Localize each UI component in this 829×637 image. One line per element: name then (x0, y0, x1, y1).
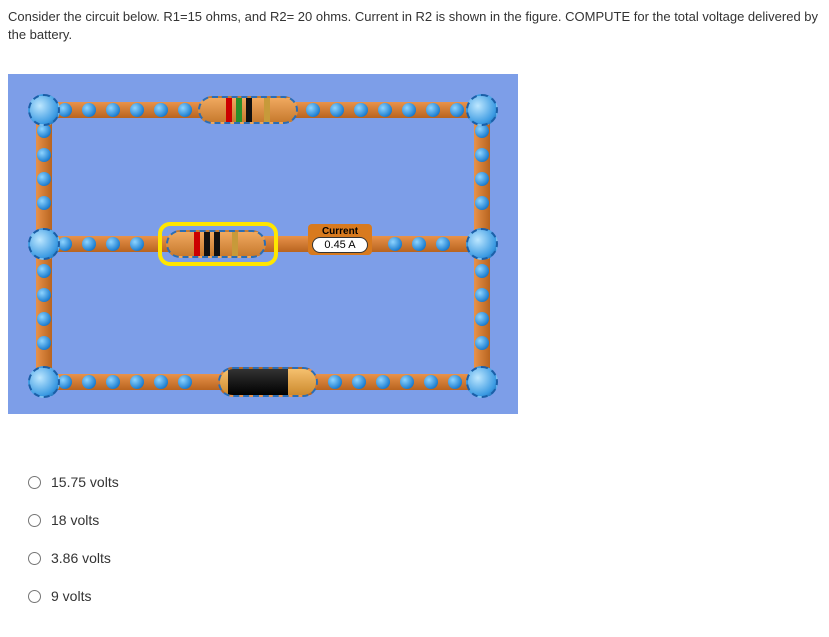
ammeter-label: Current (312, 226, 368, 237)
resistor-r2 (166, 230, 266, 258)
circuit-node (28, 94, 60, 126)
option-radio[interactable] (28, 514, 41, 527)
option-2[interactable]: 18 volts (28, 512, 821, 528)
ammeter: Current 0.45 A (308, 224, 372, 255)
option-radio[interactable] (28, 552, 41, 565)
circuit-node (28, 228, 60, 260)
option-1[interactable]: 15.75 volts (28, 474, 821, 490)
circuit-node (28, 366, 60, 398)
option-label[interactable]: 9 volts (51, 588, 91, 604)
resistor-r1 (198, 96, 298, 124)
option-label[interactable]: 3.86 volts (51, 550, 111, 566)
option-label[interactable]: 15.75 volts (51, 474, 119, 490)
option-label[interactable]: 18 volts (51, 512, 99, 528)
answer-options: 15.75 volts 18 volts 3.86 volts 9 volts (8, 474, 821, 604)
question-text: Consider the circuit below. R1=15 ohms, … (8, 8, 821, 44)
option-radio[interactable] (28, 476, 41, 489)
circuit-node (466, 228, 498, 260)
ammeter-value: 0.45 A (312, 237, 368, 253)
option-radio[interactable] (28, 590, 41, 603)
option-3[interactable]: 3.86 volts (28, 550, 821, 566)
circuit-node (466, 94, 498, 126)
circuit-diagram: Current 0.45 A (8, 74, 518, 414)
circuit-node (466, 366, 498, 398)
battery (218, 367, 318, 397)
option-4[interactable]: 9 volts (28, 588, 821, 604)
